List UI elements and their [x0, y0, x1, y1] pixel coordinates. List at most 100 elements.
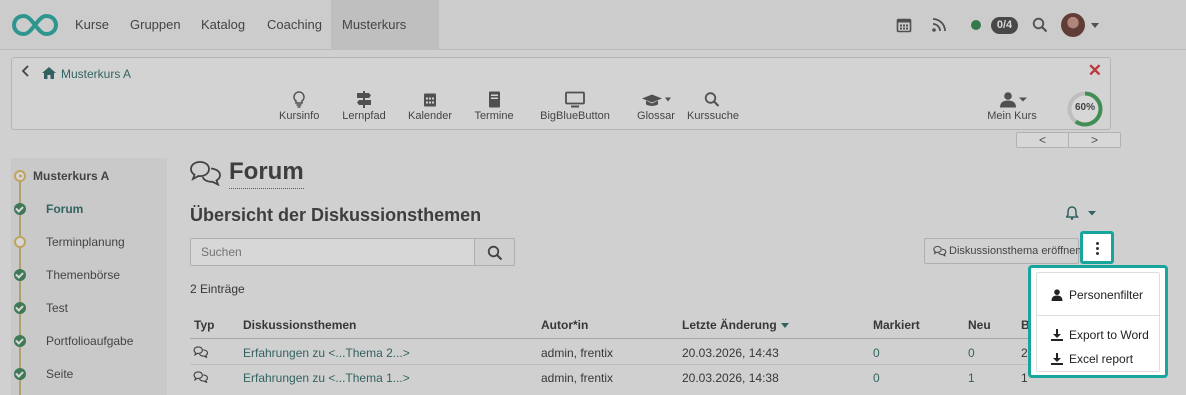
search-input[interactable]	[190, 238, 475, 266]
tool-glossar[interactable]: Glossar	[634, 91, 678, 122]
table-row-topic-link[interactable]: Erfahrungen zu <...Thema 1...>	[243, 371, 410, 385]
menu-item-label: Portfolioaufgabe	[46, 334, 134, 348]
divider	[190, 338, 1090, 339]
tool-kursinfo[interactable]: Kursinfo	[279, 91, 319, 122]
menu-item-excel-report[interactable]: Excel report	[1051, 352, 1133, 366]
table-row-topic-link[interactable]: Erfahrungen zu <...Thema 2...>	[243, 346, 410, 360]
monitor-icon	[565, 91, 585, 108]
column-header-topics[interactable]: Diskussionsthemen	[243, 318, 356, 332]
pager-prev-button[interactable]: <	[1016, 132, 1069, 148]
avatar[interactable]	[1061, 13, 1085, 37]
rss-icon[interactable]	[931, 17, 947, 33]
menu-item-label: Terminplanung	[46, 235, 125, 249]
check-icon	[14, 269, 26, 281]
download-icon	[1051, 353, 1063, 365]
pager-next-button[interactable]: >	[1068, 132, 1121, 148]
column-header-author[interactable]: Autor*in	[541, 318, 588, 332]
menu-item-export-word[interactable]: Export to Word	[1051, 328, 1149, 342]
search-icon[interactable]	[1032, 17, 1048, 33]
signpost-icon	[357, 91, 371, 108]
tool-kalender[interactable]: Kalender	[408, 91, 452, 122]
lightbulb-icon	[293, 91, 305, 108]
column-header-new[interactable]: Neu	[968, 318, 991, 332]
table-cell-changed: 20.03.2026, 14:38	[682, 371, 779, 385]
status-badge[interactable]: 0/4	[991, 17, 1018, 34]
graduation-cap-icon	[642, 94, 671, 106]
tool-lernpfad[interactable]: Lernpfad	[342, 91, 386, 122]
column-header-type[interactable]: Typ	[194, 318, 214, 332]
open-thread-button[interactable]: Diskussionsthema eröffnen	[924, 238, 1081, 264]
back-icon[interactable]	[21, 65, 31, 77]
menu-item-portfolioaufgabe[interactable]: Portfolioaufgabe	[11, 328, 167, 358]
openolat-logo-icon[interactable]	[12, 12, 58, 38]
section-title: Übersicht der Diskussionsthemen	[190, 205, 482, 225]
table-cell-new[interactable]: 1	[968, 371, 975, 385]
tool-label: BigBlueButton	[540, 110, 610, 122]
open-circle-icon	[14, 236, 26, 248]
tool-label: Mein Kurs	[987, 110, 1037, 122]
page-title: Forum	[229, 158, 304, 189]
entries-count: 2 Einträge	[190, 282, 245, 296]
menu-item-terminplanung[interactable]: Terminplanung	[11, 229, 167, 259]
menu-item-themenboerse[interactable]: Themenbörse	[11, 262, 167, 292]
menu-item-course[interactable]: Musterkurs A	[11, 163, 167, 193]
table-cell-be: 1	[1021, 371, 1028, 385]
online-status-icon[interactable]	[971, 20, 981, 30]
column-header-label: Letzte Änderung	[682, 318, 777, 332]
divider	[190, 364, 1090, 365]
check-icon	[14, 368, 26, 380]
menu-item-seite[interactable]: Seite	[11, 361, 167, 391]
tool-label: Glossar	[637, 110, 675, 122]
column-header-marked[interactable]: Markiert	[873, 318, 920, 332]
progress-ring[interactable]: 60%	[1066, 90, 1104, 128]
chevron-down-icon[interactable]	[1091, 23, 1099, 28]
user-icon	[1051, 289, 1063, 301]
book-icon	[488, 91, 500, 108]
bell-icon	[1065, 206, 1096, 220]
table-cell-new[interactable]: 0	[968, 346, 975, 360]
close-course-icon[interactable]: ✕	[1088, 61, 1102, 81]
tool-bigbluebutton[interactable]: BigBlueButton	[538, 91, 612, 122]
nav-tab-course[interactable]: Musterkurs A✕	[331, 0, 439, 82]
check-icon	[14, 302, 26, 314]
menu-item-label: Test	[46, 301, 69, 315]
calendar-icon	[424, 93, 436, 107]
tool-label: Lernpfad	[342, 110, 386, 122]
column-header-last-change[interactable]: Letzte Änderung	[682, 318, 789, 332]
nav-gruppen[interactable]: Gruppen	[130, 0, 181, 50]
nav-kurse[interactable]: Kurse	[75, 0, 109, 50]
progress-label: 60%	[1074, 102, 1095, 113]
nav-katalog[interactable]: Katalog	[201, 0, 245, 50]
table-cell-marked[interactable]: 0	[873, 371, 880, 385]
table-cell-marked[interactable]: 0	[873, 346, 880, 360]
check-icon	[14, 203, 26, 215]
tool-kurssuche[interactable]: Kurssuche	[687, 91, 739, 122]
tool-mein-kurs[interactable]: Mein Kurs	[986, 91, 1038, 122]
search-button[interactable]	[474, 238, 515, 266]
nav-coaching[interactable]: Coaching	[267, 0, 322, 50]
menu-item-label: Themenbörse	[46, 268, 121, 282]
tool-termine[interactable]: Termine	[472, 91, 516, 122]
breadcrumb[interactable]: Musterkurs A	[61, 67, 131, 81]
forum-icon	[933, 245, 947, 257]
menu-item-label: Excel report	[1069, 352, 1134, 366]
forum-icon	[193, 371, 209, 383]
tool-label: Termine	[474, 110, 514, 122]
start-icon	[14, 170, 26, 182]
calendar-icon[interactable]	[896, 17, 912, 33]
home-icon[interactable]	[42, 67, 56, 79]
more-options-button[interactable]	[1080, 231, 1114, 264]
more-options-menu: Personenfilter Export to Word Excel repo…	[1028, 265, 1168, 378]
check-icon	[14, 335, 26, 347]
menu-item-personenfilter[interactable]: Personenfilter	[1051, 288, 1143, 302]
tool-label: Kalender	[408, 110, 453, 122]
tool-label: Kursinfo	[279, 110, 320, 122]
menu-item-label: Forum	[46, 202, 84, 216]
search-icon	[487, 245, 503, 261]
more-vertical-icon	[1094, 242, 1100, 257]
subscribe-dropdown[interactable]	[1065, 206, 1096, 223]
course-menu: Musterkurs A Forum Terminplanung Themenb…	[11, 158, 167, 395]
menu-item-test[interactable]: Test	[11, 295, 167, 325]
table-cell-author: admin, frentix	[541, 346, 614, 360]
menu-item-forum[interactable]: Forum	[11, 196, 167, 226]
